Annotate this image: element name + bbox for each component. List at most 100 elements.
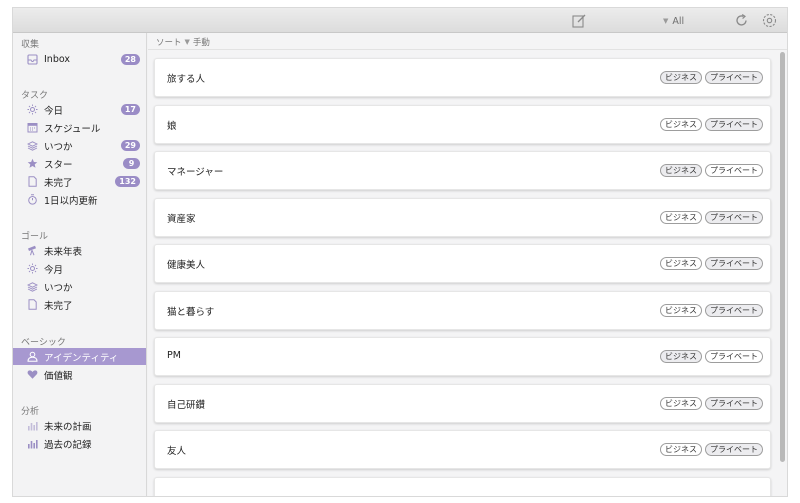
sidebar-item-past-record[interactable]: 過去の記録 xyxy=(13,435,146,452)
tag-list: ビジネス プライベート xyxy=(660,350,763,363)
sort-selector[interactable]: ソート ▼ 手動 xyxy=(156,36,210,48)
tag-list: ビジネス プライベート xyxy=(660,397,763,410)
tag-private[interactable]: プライベート xyxy=(705,350,763,363)
tag-private[interactable]: プライベート xyxy=(705,443,763,456)
tag-private[interactable]: プライベート xyxy=(705,211,763,224)
tag-business[interactable]: ビジネス xyxy=(660,350,702,363)
tag-business[interactable]: ビジネス xyxy=(660,211,702,224)
sidebar-item-incomplete[interactable]: 未完了 132 xyxy=(13,173,146,190)
identity-card[interactable]: 旅する人 ビジネス プライベート xyxy=(154,58,771,97)
tag-list: ビジネス プライベート xyxy=(660,211,763,224)
tag-private[interactable]: プライベート xyxy=(705,257,763,270)
bar-chart-icon xyxy=(27,420,38,431)
count-badge: 17 xyxy=(120,104,140,115)
identity-card[interactable]: 健康美人 ビジネス プライベート xyxy=(154,244,771,283)
sidebar-item-label: スター xyxy=(44,159,73,171)
sidebar-item-label: 価値観 xyxy=(44,370,73,382)
identity-card[interactable]: マネージャー ビジネス プライベート xyxy=(154,151,771,190)
app-window: ▼ All 収集 Inbox 28 タスク 今日 17 スケジュール いつか 2… xyxy=(12,7,788,497)
sidebar-item-future-timeline[interactable]: 未来年表 xyxy=(13,242,146,259)
tag-business[interactable]: ビジネス xyxy=(660,443,702,456)
gear-icon[interactable] xyxy=(761,12,778,29)
refresh-icon[interactable] xyxy=(734,13,749,28)
tag-business[interactable]: ビジネス xyxy=(660,118,702,131)
sidebar-item-goal-incomplete[interactable]: 未完了 xyxy=(13,296,146,313)
identity-card[interactable]: PM ビジネス プライベート xyxy=(154,337,771,376)
document-icon xyxy=(27,299,38,310)
tag-list: ビジネス プライベート xyxy=(660,257,763,270)
sidebar: 収集 Inbox 28 タスク 今日 17 スケジュール いつか 29 スター … xyxy=(13,33,147,496)
timer-icon xyxy=(27,194,38,205)
identity-card[interactable]: 資産家 ビジネス プライベート xyxy=(154,198,771,237)
sidebar-item-label: 未来年表 xyxy=(44,246,83,258)
tag-private[interactable]: プライベート xyxy=(705,71,763,84)
tag-private[interactable]: プライベート xyxy=(705,118,763,131)
identity-card[interactable]: 猫と暮らす ビジネス プライベート xyxy=(154,291,771,330)
card-title: 娘 xyxy=(167,121,177,132)
sidebar-item-inbox[interactable]: Inbox 28 xyxy=(13,51,146,68)
card-title: PM xyxy=(167,350,181,361)
section-title-basic: ベーシック xyxy=(21,338,66,348)
sidebar-item-goal-someday[interactable]: いつか xyxy=(13,278,146,295)
sidebar-item-label: Inbox xyxy=(44,54,70,65)
card-title: 猫と暮らす xyxy=(167,307,215,318)
sidebar-item-today[interactable]: 今日 17 xyxy=(13,101,146,118)
scrollbar[interactable] xyxy=(780,52,785,462)
heart-icon xyxy=(27,369,38,380)
sidebar-item-values[interactable]: 価値観 xyxy=(13,366,146,383)
layers-icon xyxy=(27,281,38,292)
filter-dropdown[interactable]: ▼ All xyxy=(663,14,684,28)
sidebar-item-schedule[interactable]: スケジュール xyxy=(13,119,146,136)
tag-list: ビジネス プライベート xyxy=(660,118,763,131)
identity-card[interactable]: 自己研鑽 ビジネス プライベート xyxy=(154,384,771,423)
tag-list: ビジネス プライベート xyxy=(660,164,763,177)
main-list: ソート ▼ 手動 旅する人 ビジネス プライベート 娘 ビジネス プライベート … xyxy=(148,33,787,496)
card-title: マネージャー xyxy=(167,167,224,178)
person-icon xyxy=(27,351,38,362)
tag-private[interactable]: プライベート xyxy=(705,397,763,410)
sidebar-item-label: 未来の計画 xyxy=(44,421,92,433)
count-badge: 132 xyxy=(115,176,140,187)
card-title: 健康美人 xyxy=(167,260,206,271)
count-badge: 9 xyxy=(123,158,140,169)
section-title-goals: ゴール xyxy=(21,232,49,242)
identity-card-partial[interactable] xyxy=(154,477,771,496)
section-title-analysis: 分析 xyxy=(21,407,40,417)
sort-value: 手動 xyxy=(192,38,210,48)
sidebar-item-identity[interactable]: アイデンティティ xyxy=(13,348,146,365)
sidebar-item-label: いつか xyxy=(44,141,73,153)
sidebar-item-future-plan[interactable]: 未来の計画 xyxy=(13,417,146,434)
sun-icon xyxy=(27,263,38,274)
sidebar-item-updated[interactable]: 1日以内更新 xyxy=(13,191,146,208)
triangle-down-icon: ▼ xyxy=(663,17,669,25)
tag-business[interactable]: ビジネス xyxy=(660,304,702,317)
calendar-icon xyxy=(27,122,38,133)
identity-card[interactable]: 友人 ビジネス プライベート xyxy=(154,430,771,469)
tag-private[interactable]: プライベート xyxy=(705,164,763,177)
triangle-down-icon: ▼ xyxy=(184,38,190,46)
tag-business[interactable]: ビジネス xyxy=(660,257,702,270)
layers-icon xyxy=(27,140,38,151)
tag-business[interactable]: ビジネス xyxy=(660,397,702,410)
compose-icon[interactable] xyxy=(571,13,587,29)
card-title: 資産家 xyxy=(167,214,196,225)
sidebar-item-someday[interactable]: いつか 29 xyxy=(13,137,146,154)
tag-business[interactable]: ビジネス xyxy=(660,71,702,84)
identity-card[interactable]: 娘 ビジネス プライベート xyxy=(154,105,771,144)
sidebar-item-this-month[interactable]: 今月 xyxy=(13,260,146,277)
sidebar-item-label: 今月 xyxy=(44,264,64,276)
sidebar-item-label: 過去の記録 xyxy=(44,439,92,451)
tag-business[interactable]: ビジネス xyxy=(660,164,702,177)
document-icon xyxy=(27,176,38,187)
sidebar-item-label: スケジュール xyxy=(44,123,101,135)
count-badge: 28 xyxy=(120,54,140,65)
card-title: 友人 xyxy=(167,446,187,457)
star-icon xyxy=(27,158,38,169)
count-badge: 29 xyxy=(120,140,140,151)
card-title: 自己研鑽 xyxy=(167,400,206,411)
toolbar: ▼ All xyxy=(13,8,787,33)
sidebar-item-star[interactable]: スター 9 xyxy=(13,155,146,172)
sun-icon xyxy=(27,104,38,115)
card-title: 旅する人 xyxy=(167,74,206,85)
tag-private[interactable]: プライベート xyxy=(705,304,763,317)
